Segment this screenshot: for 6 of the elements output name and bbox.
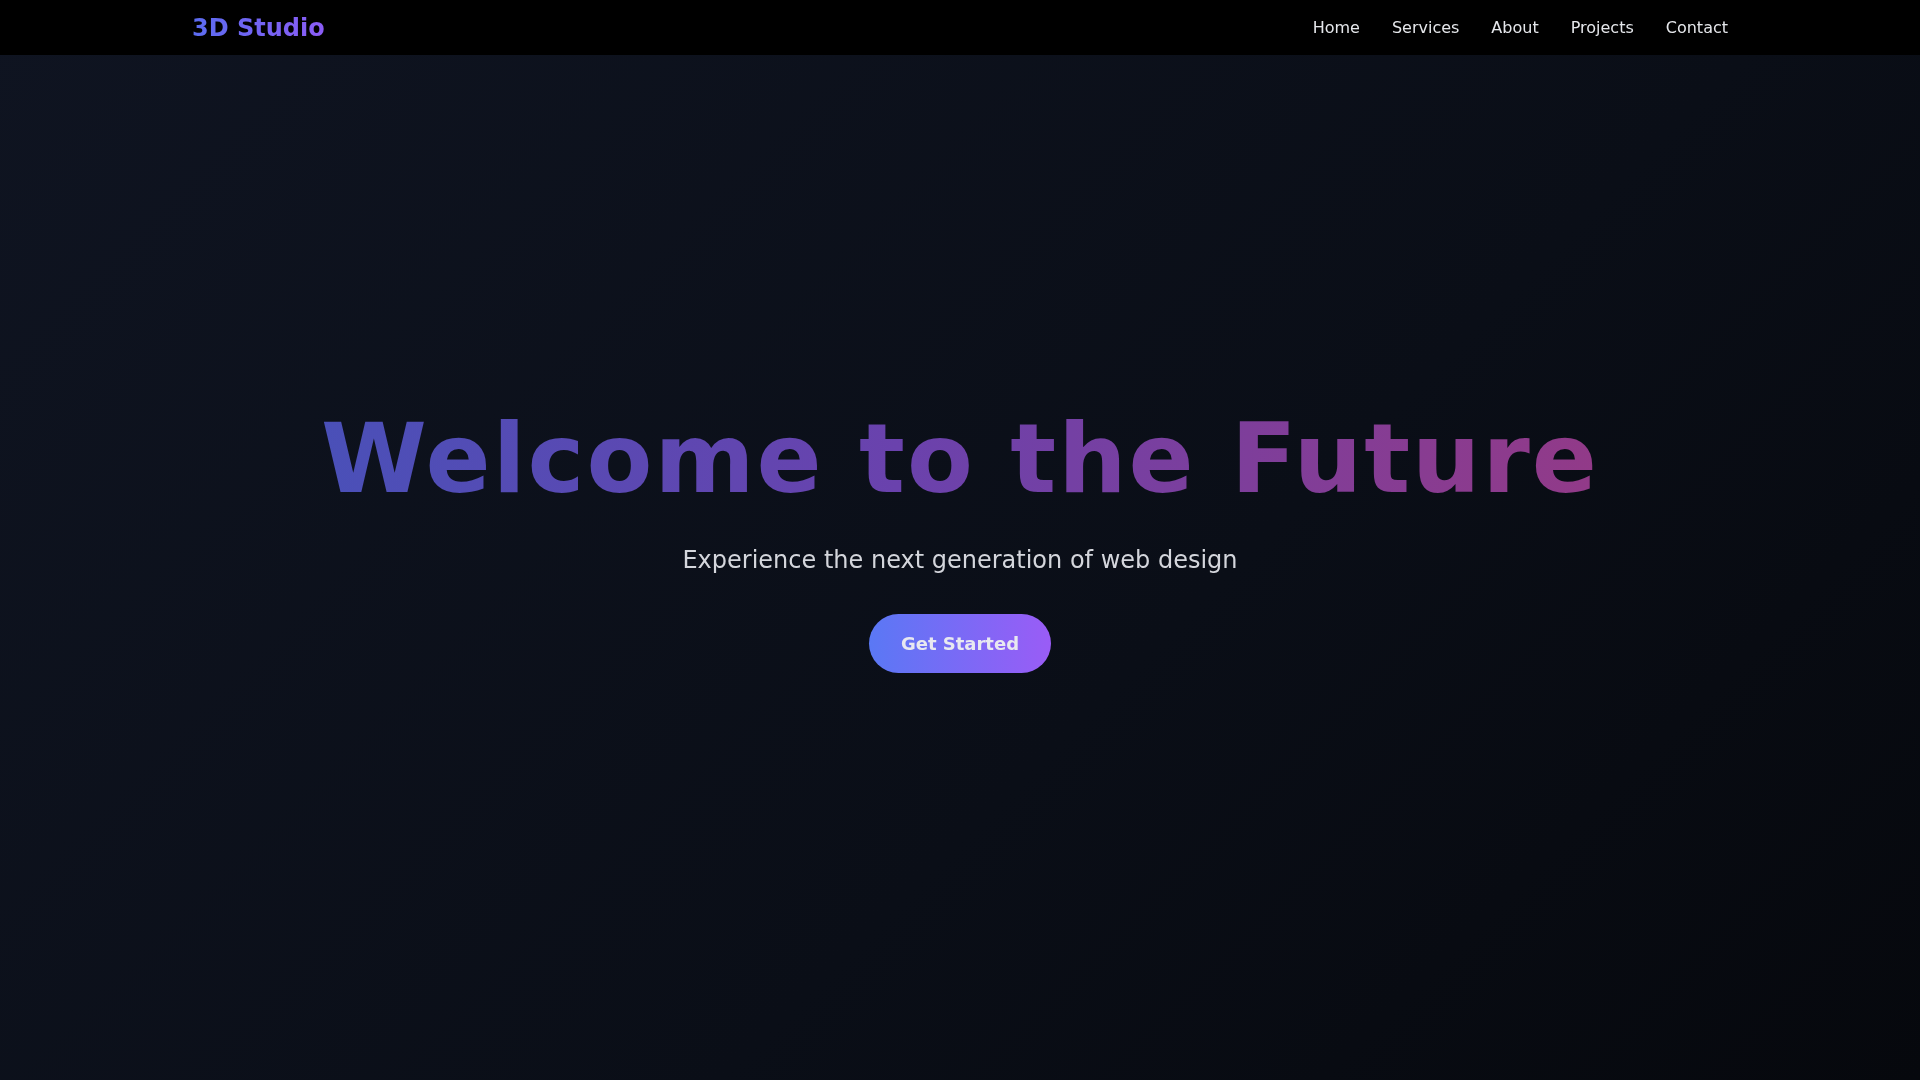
nav-link[interactable]: Services xyxy=(1391,18,1460,37)
nav-link[interactable]: Projects xyxy=(1570,18,1634,37)
nav-link[interactable]: Contact xyxy=(1665,18,1728,37)
hero-subtitle: Experience the next generation of web design xyxy=(682,545,1238,574)
nav-link[interactable]: Home xyxy=(1312,18,1360,37)
nav-link[interactable]: About xyxy=(1491,18,1539,37)
